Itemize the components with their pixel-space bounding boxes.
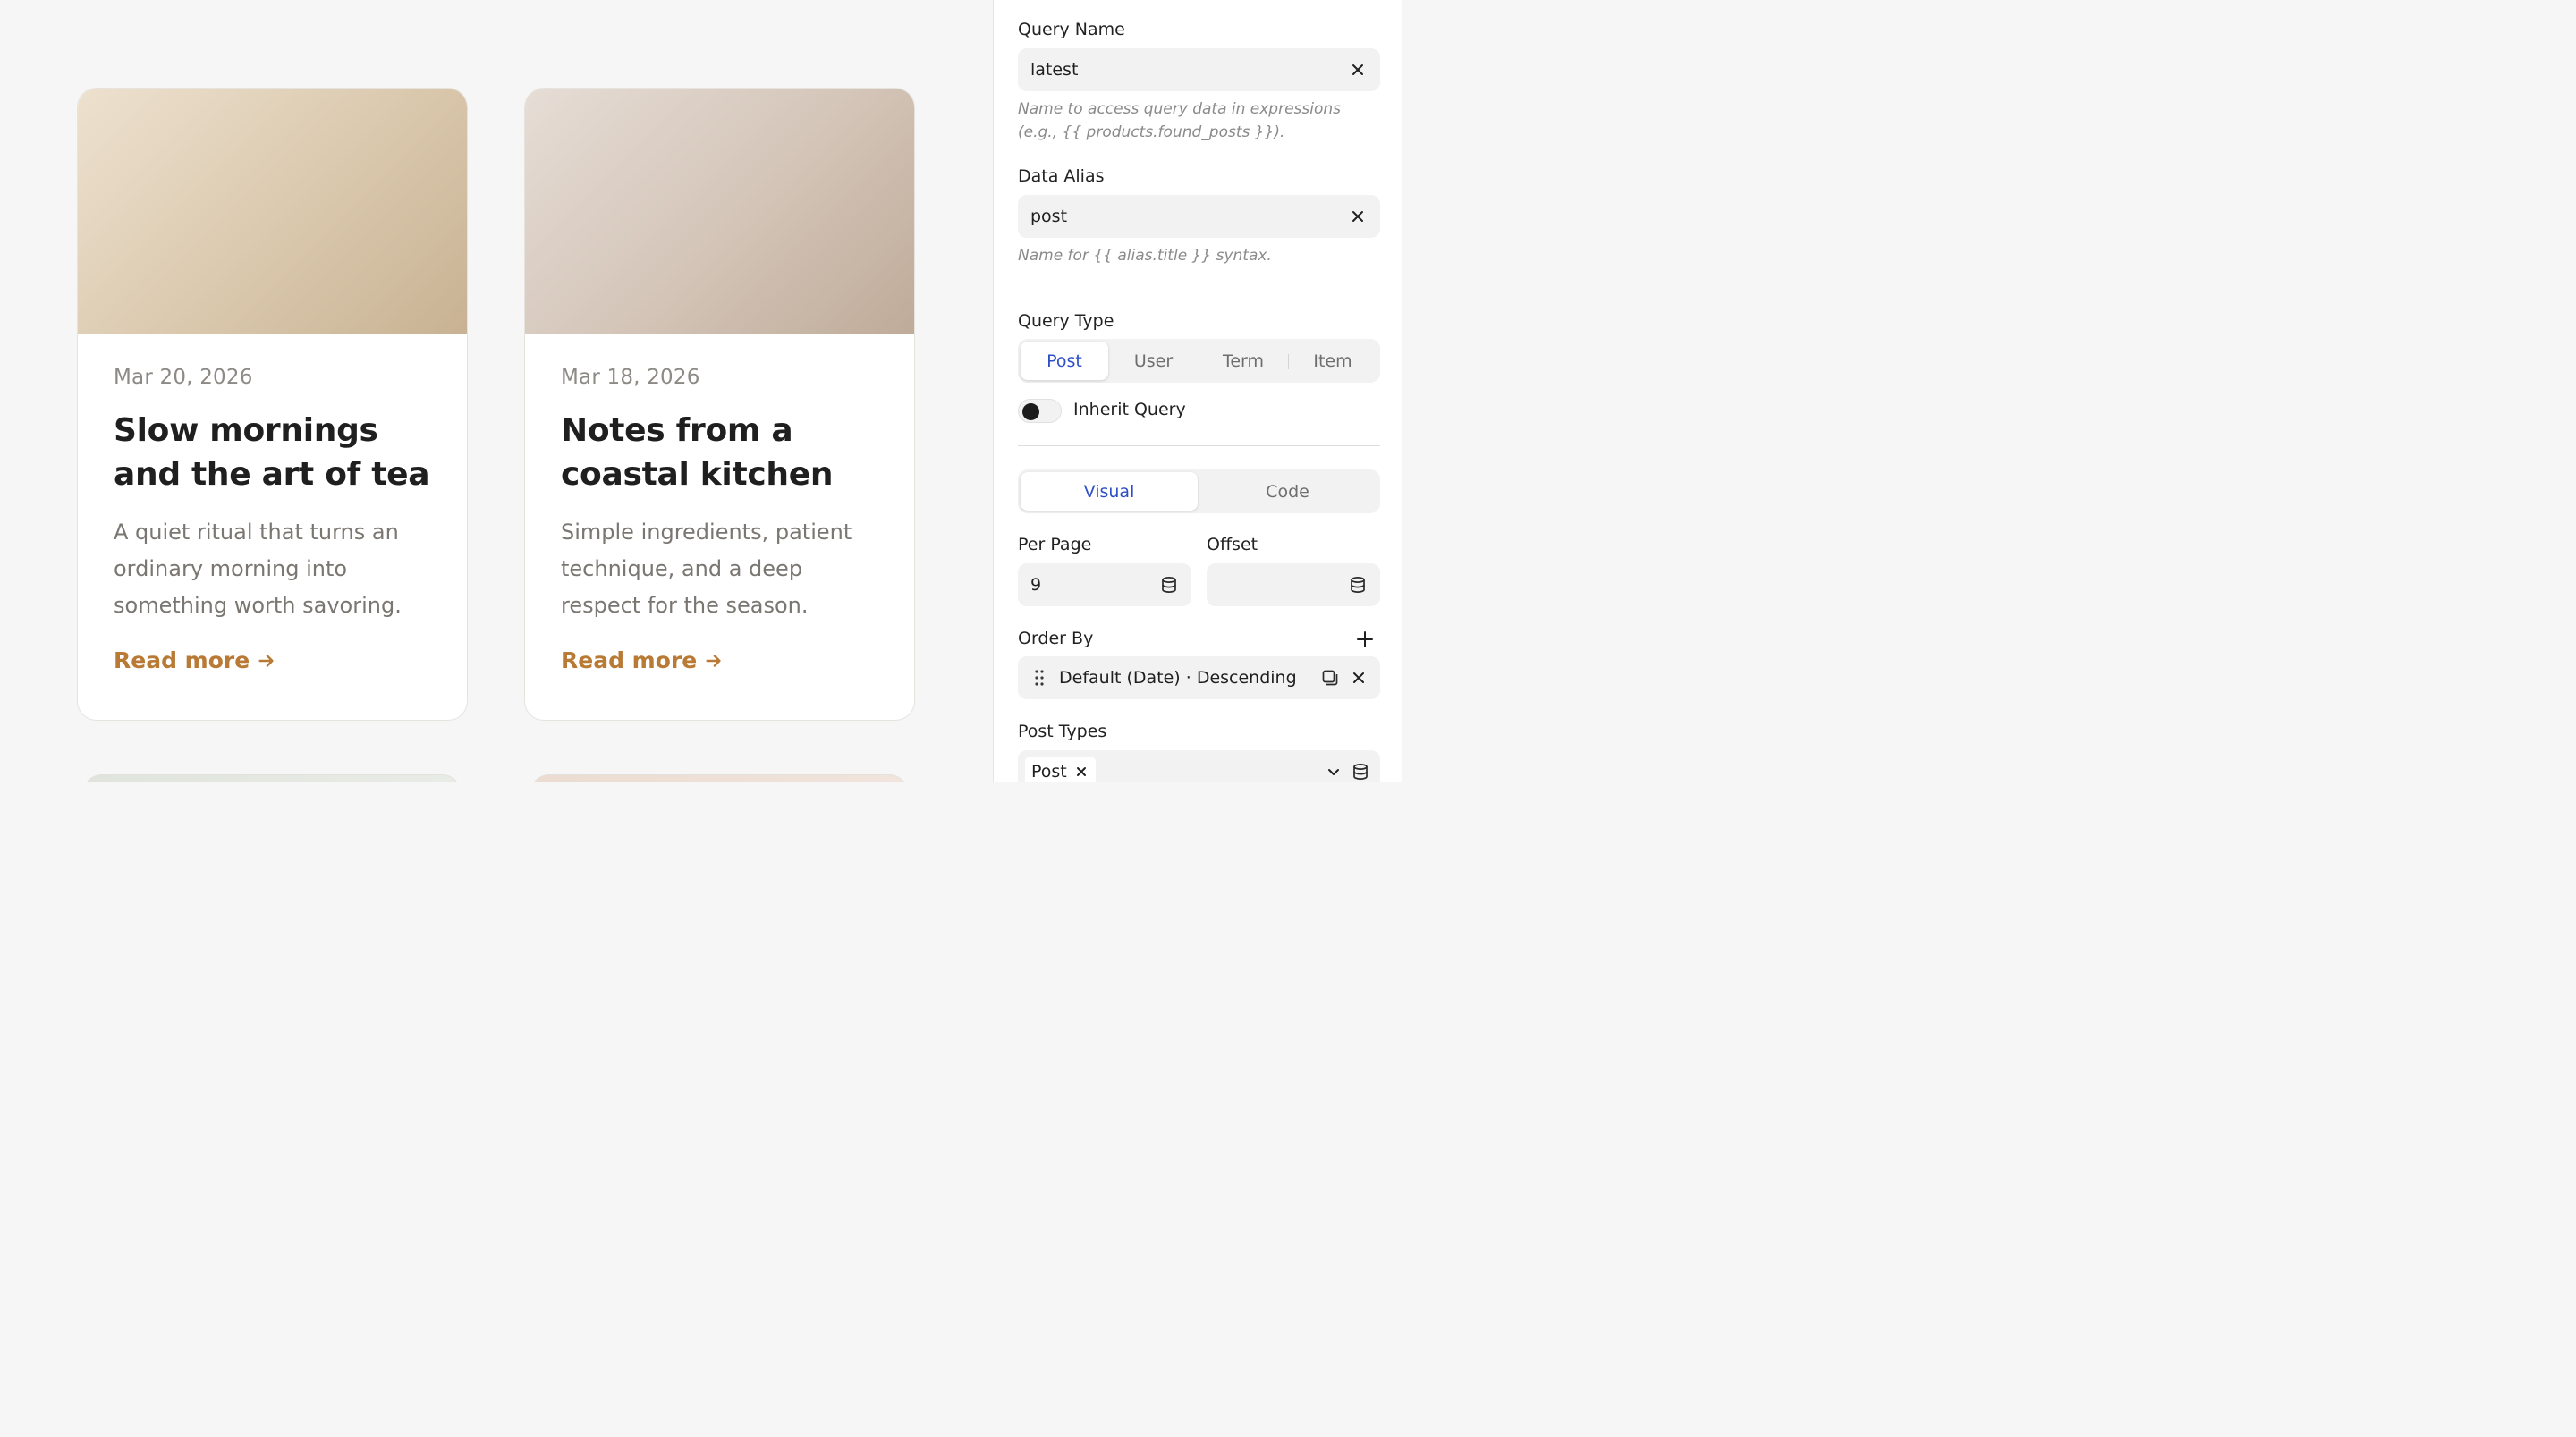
post-date: Mar 20, 2026 — [114, 366, 253, 389]
close-icon — [1076, 767, 1086, 776]
data-alias-hint: Name for {{ alias.title }} syntax. — [1018, 247, 1272, 265]
post-excerpt: A quiet ritual that turns an ordinary mo… — [114, 520, 402, 618]
chevron-down-icon — [1328, 769, 1339, 775]
query-settings-panel: Query Name latest Name to access query d… — [993, 0, 1402, 782]
remove-post-type-button[interactable] — [1074, 765, 1089, 779]
query-type-item[interactable]: Item — [1288, 342, 1377, 380]
duplicate-icon — [1322, 670, 1338, 686]
post-card-image — [525, 89, 914, 334]
data-alias-input[interactable]: post — [1018, 195, 1380, 238]
post-types-select[interactable]: Post — [1018, 750, 1380, 782]
query-name-label: Query Name — [1018, 20, 1125, 39]
remove-order-by-button[interactable] — [1348, 667, 1369, 689]
drag-handle-icon[interactable] — [1032, 668, 1046, 688]
query-type-label: Query Type — [1018, 311, 1114, 331]
clear-data-alias-button[interactable] — [1348, 207, 1368, 226]
offset-dynamic-data-button[interactable] — [1348, 575, 1368, 595]
tab-code[interactable]: Code — [1198, 472, 1377, 511]
add-order-by-button[interactable] — [1354, 629, 1376, 650]
database-icon — [1162, 577, 1176, 593]
toggle-knob — [1022, 403, 1039, 420]
close-icon — [1352, 211, 1363, 222]
post-date: Mar 18, 2026 — [561, 366, 700, 389]
tab-visual[interactable]: Visual — [1021, 472, 1198, 511]
post-excerpt: Simple ingredients, patient technique, a… — [561, 520, 852, 618]
clear-query-name-button[interactable] — [1348, 60, 1368, 80]
order-by-value: Default (Date) · Descending — [1059, 668, 1297, 688]
post-type-chip-label: Post — [1031, 762, 1067, 782]
mode-tabs: Visual Code — [1018, 469, 1380, 513]
query-type-user[interactable]: User — [1108, 342, 1199, 380]
post-card[interactable]: Mar 20, 2026 Slow mornings and the art o… — [77, 88, 468, 721]
query-type-term[interactable]: Term — [1199, 342, 1288, 380]
plus-icon — [1357, 631, 1373, 647]
close-icon — [1353, 672, 1364, 683]
per-page-value: 9 — [1030, 575, 1042, 595]
query-name-hint: Name to access query data in expressions… — [1018, 100, 1342, 141]
per-page-input[interactable]: 9 — [1018, 563, 1191, 606]
inherit-query-toggle[interactable] — [1018, 399, 1062, 423]
arrow-right-icon — [258, 654, 274, 667]
read-more-label: Read more — [561, 647, 698, 673]
close-icon — [1352, 64, 1363, 75]
per-page-dynamic-data-button[interactable] — [1159, 575, 1179, 595]
post-card-body: Mar 18, 2026 Notes from a coastal kitche… — [525, 334, 914, 673]
post-card-body: Mar 20, 2026 Slow mornings and the art o… — [78, 334, 467, 673]
query-name-input[interactable]: latest — [1018, 48, 1380, 91]
query-type-post[interactable]: Post — [1021, 342, 1108, 380]
read-more-link[interactable]: Read more — [114, 647, 276, 673]
database-icon — [1353, 764, 1368, 780]
post-card-image — [78, 89, 467, 334]
post-types-dropdown-button[interactable] — [1323, 761, 1344, 782]
post-title: Notes from a coastal kitchen — [561, 412, 834, 493]
query-name-value: latest — [1030, 60, 1079, 80]
duplicate-order-by-button[interactable] — [1319, 667, 1341, 689]
post-type-chip: Post — [1025, 757, 1096, 782]
order-by-label: Order By — [1018, 629, 1094, 648]
read-more-link[interactable]: Read more — [561, 647, 724, 673]
arrow-right-icon — [706, 654, 721, 667]
post-types-dynamic-data-button[interactable] — [1350, 761, 1371, 782]
content-canvas: Mar 20, 2026 Slow mornings and the art o… — [0, 0, 993, 782]
post-types-label: Post Types — [1018, 722, 1107, 741]
post-card-partial[interactable] — [530, 774, 909, 782]
database-icon — [1351, 577, 1365, 593]
post-card[interactable]: Mar 18, 2026 Notes from a coastal kitche… — [524, 88, 915, 721]
order-by-item[interactable]: Default (Date) · Descending — [1018, 656, 1380, 699]
read-more-label: Read more — [114, 647, 250, 673]
data-alias-value: post — [1030, 207, 1068, 226]
section-divider — [1018, 445, 1380, 446]
inherit-query-label: Inherit Query — [1073, 400, 1186, 419]
offset-label: Offset — [1207, 535, 1258, 554]
post-title: Slow mornings and the art of tea — [114, 412, 430, 493]
data-alias-label: Data Alias — [1018, 166, 1105, 186]
per-page-label: Per Page — [1018, 535, 1092, 554]
query-type-segmented: Post User Term Item — [1018, 339, 1380, 383]
offset-input[interactable] — [1207, 563, 1380, 606]
post-card-partial[interactable] — [82, 774, 462, 782]
